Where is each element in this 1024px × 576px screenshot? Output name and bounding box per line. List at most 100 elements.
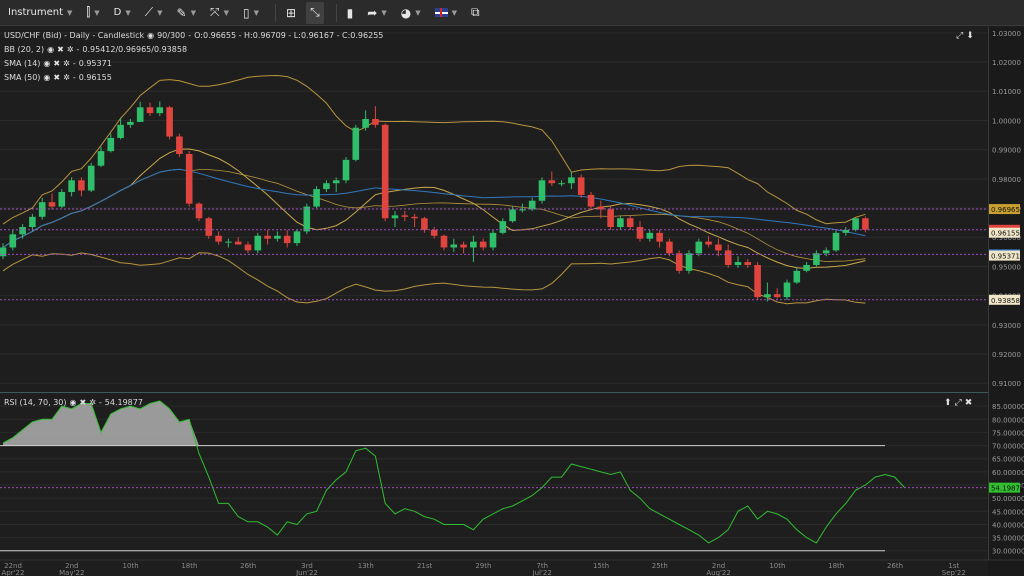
candle-body bbox=[842, 229, 850, 233]
candle-body bbox=[19, 227, 26, 235]
candle-body bbox=[558, 183, 565, 185]
candle-body bbox=[626, 218, 634, 228]
candle-body bbox=[117, 124, 124, 138]
price-badge-label: 0.95371 bbox=[991, 253, 1020, 261]
candle-body bbox=[695, 241, 703, 254]
rsi-tick-label: 80.00000 bbox=[992, 416, 1024, 424]
x-tick-label: 10th bbox=[123, 562, 139, 570]
eye-icon[interactable]: ◉ bbox=[47, 45, 54, 54]
candle-body bbox=[372, 118, 379, 125]
main-legend: USD/CHF (Bid) - Daily - Candlestick ◉ 90… bbox=[4, 31, 384, 40]
rsi-tick-label: 60.00000 bbox=[992, 469, 1024, 477]
rsi-tick-label: 45.00000 bbox=[992, 508, 1024, 516]
x-tick-label: 29th bbox=[475, 562, 491, 570]
candle-body bbox=[185, 154, 193, 204]
candle-body bbox=[734, 262, 742, 265]
price-tick-label: 1.01000 bbox=[992, 88, 1021, 96]
candle-body bbox=[715, 244, 722, 251]
candle-body bbox=[127, 121, 134, 125]
candle-body bbox=[421, 218, 428, 230]
candle-body bbox=[764, 294, 771, 298]
move-down-icon[interactable]: ⬇ bbox=[966, 31, 974, 41]
close-icon[interactable]: ✖ bbox=[965, 398, 973, 408]
candle-body bbox=[97, 151, 105, 166]
candle-body bbox=[832, 232, 840, 251]
move-up-icon[interactable]: ⬆ bbox=[944, 398, 952, 408]
gear-icon[interactable]: ✲ bbox=[67, 45, 74, 54]
close-icon[interactable]: ✖ bbox=[79, 398, 86, 407]
candle-body bbox=[313, 189, 320, 207]
x-tick-label: 18th bbox=[181, 562, 197, 570]
gear-icon[interactable]: ✲ bbox=[63, 59, 70, 68]
maximize-icon[interactable]: ⤢ bbox=[955, 398, 962, 408]
candle-body bbox=[401, 215, 409, 217]
eye-icon[interactable]: ◉ bbox=[147, 31, 154, 40]
x-tick-label: 13th bbox=[358, 562, 374, 570]
legend-title: USD/CHF (Bid) - Daily - Candlestick bbox=[4, 31, 145, 40]
candle-body bbox=[813, 253, 820, 265]
rsi-label: RSI (14, 70, 30) bbox=[4, 398, 67, 407]
candle-body bbox=[773, 294, 781, 298]
candle-body bbox=[568, 177, 575, 184]
candle-body bbox=[225, 241, 232, 243]
main-pane-controls: ⤢ ⬇ bbox=[956, 31, 974, 41]
candle-body bbox=[303, 206, 311, 232]
sma50-label: SMA (50) bbox=[4, 73, 41, 82]
candle-body bbox=[685, 253, 693, 271]
chart-canvas[interactable]: 1.03000 1.02000 1.01000 1.00000 0.99000 0.980… bbox=[0, 0, 1024, 576]
candle-body bbox=[705, 241, 712, 245]
x-tick-label: 10th bbox=[769, 562, 785, 570]
gear-icon[interactable]: ✲ bbox=[89, 398, 96, 407]
price-tick-label: 1.00000 bbox=[992, 117, 1021, 125]
eye-icon[interactable]: ◉ bbox=[43, 59, 50, 68]
candle-body bbox=[470, 241, 477, 248]
candle-body bbox=[205, 218, 213, 236]
x-tick-label: 15th bbox=[593, 562, 609, 570]
sma50-value: 0.96155 bbox=[78, 73, 112, 82]
price-badge-label: 0.96155 bbox=[991, 230, 1020, 238]
candle-body bbox=[803, 264, 810, 271]
sma50-legend: SMA (50) ◉ ✖ ✲ - 0.96155 bbox=[4, 73, 112, 82]
candle-body bbox=[587, 194, 595, 207]
rsi-tick-label: 70.00000 bbox=[992, 443, 1024, 451]
price-badge-label: 0.93858 bbox=[991, 297, 1020, 305]
gear-icon[interactable]: ✲ bbox=[63, 73, 70, 82]
x-tick-sublabel: Jun'22 bbox=[295, 569, 318, 576]
rsi-badge-label: 54.19877 bbox=[991, 485, 1024, 493]
close-icon[interactable]: ✖ bbox=[53, 73, 60, 82]
candle-body bbox=[519, 209, 526, 211]
maximize-icon[interactable]: ⤢ bbox=[956, 31, 963, 41]
candle-body bbox=[460, 244, 467, 248]
candle-body bbox=[724, 250, 732, 265]
candle-body bbox=[666, 241, 673, 254]
candle-body bbox=[29, 216, 36, 228]
sma14-label: SMA (14) bbox=[4, 59, 41, 68]
eye-icon[interactable]: ◉ bbox=[70, 398, 77, 407]
candle-body bbox=[48, 202, 56, 207]
candle-body bbox=[156, 107, 164, 114]
rsi-tick-label: 75.00000 bbox=[992, 429, 1024, 437]
x-tick-label: 25th bbox=[652, 562, 668, 570]
bb-legend: BB (20, 2) ◉ ✖ ✲ - 0.95412/0.96965/0.938… bbox=[4, 45, 188, 54]
x-tick-sublabel: May'22 bbox=[59, 569, 84, 576]
candle-body bbox=[548, 180, 556, 184]
candle-body bbox=[793, 270, 801, 283]
candle-body bbox=[195, 203, 203, 219]
candle-body bbox=[538, 180, 546, 201]
close-icon[interactable]: ✖ bbox=[57, 45, 64, 54]
x-tick-label: 21st bbox=[417, 562, 433, 570]
rsi-tick-label: 40.00000 bbox=[992, 521, 1024, 529]
candle-body bbox=[607, 209, 614, 228]
x-tick-sublabel: Jul'22 bbox=[532, 569, 552, 576]
close-icon[interactable]: ✖ bbox=[53, 59, 60, 68]
eye-icon[interactable]: ◉ bbox=[43, 73, 50, 82]
x-tick-sublabel: Aug'22 bbox=[706, 569, 731, 576]
candle-body bbox=[87, 165, 95, 191]
candle-body bbox=[176, 136, 183, 155]
legend-ohlc: O:0.96655 - H:0.96709 - L:0.96167 - C:0.… bbox=[194, 31, 384, 40]
x-tick-label: 26th bbox=[240, 562, 256, 570]
candle-body bbox=[754, 264, 761, 298]
candle-body bbox=[58, 191, 66, 207]
rsi-tick-label: 35.00000 bbox=[992, 535, 1024, 543]
candle-body bbox=[283, 235, 291, 244]
